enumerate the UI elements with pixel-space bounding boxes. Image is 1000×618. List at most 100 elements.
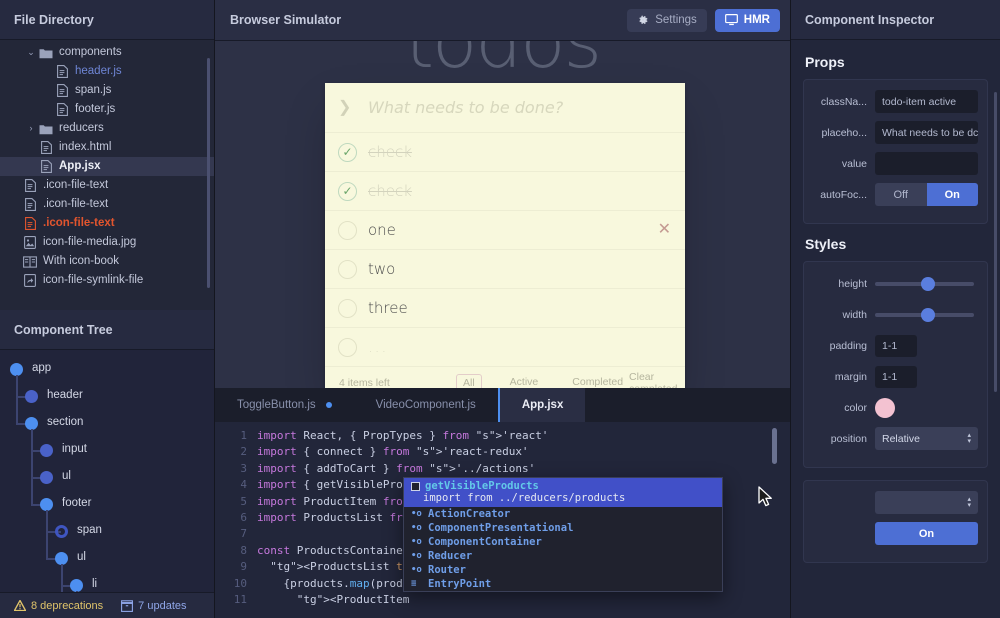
tree-node-label[interactable]: footer bbox=[62, 497, 91, 509]
settings-button[interactable]: Settings bbox=[627, 9, 707, 32]
hmr-button[interactable]: HMR bbox=[715, 9, 780, 32]
tree-node-label[interactable]: ul bbox=[77, 551, 86, 563]
tree-node-label[interactable]: ul bbox=[62, 470, 71, 482]
editor-scrollbar[interactable] bbox=[772, 428, 777, 464]
text-input[interactable] bbox=[875, 152, 978, 175]
text-input[interactable]: 1-1 bbox=[875, 366, 917, 388]
editor-tabbar[interactable]: ToggleButton.jsVideoComponent.jsApp.jsx bbox=[215, 388, 790, 422]
slider-track[interactable] bbox=[875, 313, 974, 317]
text-input[interactable]: What needs to be dc bbox=[875, 121, 978, 144]
file-row[interactable]: ⌄components bbox=[0, 43, 214, 62]
file-directory-tree[interactable]: ⌄componentsheader.jsspan.jsfooter.js › red… bbox=[0, 40, 214, 310]
line-number: 10 bbox=[215, 576, 247, 592]
file-row[interactable]: span.js bbox=[0, 81, 214, 100]
inspector-scrollbar[interactable] bbox=[994, 92, 997, 392]
toggle-all-icon[interactable]: ❯ bbox=[338, 100, 368, 116]
tree-node-dot[interactable] bbox=[40, 444, 53, 457]
spinner-icon[interactable]: ▴▾ bbox=[967, 433, 971, 445]
file-name: index.html bbox=[59, 142, 111, 154]
toggle-off[interactable]: Off bbox=[875, 183, 927, 206]
toggle-on[interactable]: On bbox=[875, 522, 978, 545]
link-node-icon: •o bbox=[411, 566, 422, 575]
todo-checkbox[interactable] bbox=[338, 221, 368, 240]
tree-node-dot[interactable] bbox=[25, 390, 38, 403]
todo-item[interactable]: one✕ bbox=[325, 211, 685, 250]
inspector-row: height bbox=[813, 271, 978, 296]
autocomplete-item[interactable]: ≡EntryPoint bbox=[404, 577, 722, 591]
file-row[interactable]: With icon-book bbox=[0, 252, 214, 271]
new-todo-row[interactable]: ❯ What needs to be done? bbox=[325, 83, 685, 133]
select-control[interactable]: ▴▾ bbox=[875, 491, 978, 514]
code-line: "tg"><ProductItem bbox=[257, 592, 790, 608]
toggle-group[interactable]: On bbox=[875, 522, 978, 545]
deprecations-status[interactable]: 8 deprecations bbox=[14, 600, 103, 612]
text-input[interactable]: todo-item active bbox=[875, 90, 978, 113]
file-row[interactable]: header.js bbox=[0, 62, 214, 81]
tree-node-label[interactable]: span bbox=[77, 524, 102, 536]
inspector-row-label: padding bbox=[813, 340, 875, 352]
todo-checkbox[interactable] bbox=[338, 182, 368, 201]
editor-tab[interactable]: VideoComponent.js bbox=[354, 388, 498, 422]
autocomplete-popup[interactable]: getVisibleProducts import from ../reduce… bbox=[403, 477, 723, 592]
todo-item[interactable]: check bbox=[325, 172, 685, 211]
todo-item[interactable]: three bbox=[325, 289, 685, 328]
file-row[interactable]: › reducers bbox=[0, 119, 214, 138]
square-file-icon bbox=[411, 482, 420, 491]
tree-node-label[interactable]: header bbox=[47, 389, 83, 401]
spinner-icon[interactable]: ▴▾ bbox=[967, 497, 971, 509]
delete-todo-icon[interactable]: ✕ bbox=[658, 222, 671, 238]
autocomplete-item[interactable]: •oComponentContainer bbox=[404, 535, 722, 549]
tree-node-dot[interactable] bbox=[55, 525, 68, 538]
inspector-row: On bbox=[813, 521, 978, 546]
todo-checkbox[interactable] bbox=[338, 338, 368, 357]
editor-tab[interactable]: App.jsx bbox=[498, 388, 586, 422]
todo-filters[interactable]: All Active Completed bbox=[444, 374, 629, 389]
tree-node-label[interactable]: li bbox=[92, 578, 97, 590]
autocomplete-item[interactable]: •oRouter bbox=[404, 563, 722, 577]
toggle-group[interactable]: Off On bbox=[875, 183, 978, 206]
file-row[interactable]: .icon-file-text bbox=[0, 195, 214, 214]
autocomplete-item[interactable]: •oComponentPresentational bbox=[404, 521, 722, 535]
autocomplete-item[interactable]: •oReducer bbox=[404, 549, 722, 563]
slider-track[interactable] bbox=[875, 282, 974, 286]
file-tree-scrollbar[interactable] bbox=[207, 58, 210, 288]
text-input[interactable]: 1-1 bbox=[875, 335, 917, 357]
todo-checkbox[interactable] bbox=[338, 143, 368, 162]
chevron-down-icon[interactable]: ⌄ bbox=[24, 48, 38, 57]
color-swatch[interactable] bbox=[875, 398, 895, 418]
tree-node-label[interactable]: app bbox=[32, 362, 51, 374]
toggle-on[interactable]: On bbox=[927, 183, 979, 206]
folder-icon bbox=[38, 122, 54, 136]
todo-filter-all[interactable]: All bbox=[456, 374, 482, 389]
updates-status[interactable]: 7 updates bbox=[121, 600, 186, 612]
autocomplete-item[interactable]: •oActionCreator bbox=[404, 507, 722, 521]
todo-filter-completed[interactable]: Completed bbox=[566, 374, 629, 389]
file-row[interactable]: icon-file-media.jpg bbox=[0, 233, 214, 252]
file-row[interactable]: icon-file-symlink-file bbox=[0, 271, 214, 290]
todo-item[interactable]: two bbox=[325, 250, 685, 289]
tree-node-dot[interactable] bbox=[40, 471, 53, 484]
tree-node-label[interactable]: input bbox=[62, 443, 87, 455]
clear-completed-button[interactable]: Clear completed bbox=[629, 371, 677, 389]
editor-tab[interactable]: ToggleButton.js bbox=[215, 388, 354, 422]
todo-item[interactable]: check bbox=[325, 133, 685, 172]
todo-checkbox[interactable] bbox=[338, 299, 368, 318]
tree-node-label[interactable]: section bbox=[47, 416, 83, 428]
slider-thumb[interactable] bbox=[921, 308, 935, 322]
component-tree-panel[interactable]: appheadersectioninputulfooterspanulliali bbox=[0, 350, 214, 592]
new-todo-input[interactable]: What needs to be done? bbox=[368, 98, 563, 117]
todo-checkbox[interactable] bbox=[338, 260, 368, 279]
file-row[interactable]: index.html bbox=[0, 138, 214, 157]
chevron-right-icon[interactable]: › bbox=[24, 124, 38, 133]
slider-thumb[interactable] bbox=[921, 277, 935, 291]
autocomplete-selected-item[interactable]: getVisibleProducts import from ../reduce… bbox=[404, 478, 722, 507]
select-control[interactable]: Relative▴▾ bbox=[875, 427, 978, 450]
file-name: reducers bbox=[59, 123, 104, 135]
file-symlink-icon bbox=[22, 274, 38, 288]
file-row[interactable]: App.jsx bbox=[0, 157, 214, 176]
file-row[interactable]: .icon-file-text bbox=[0, 214, 214, 233]
file-row[interactable]: .icon-file-text bbox=[0, 176, 214, 195]
file-row[interactable]: footer.js bbox=[0, 100, 214, 119]
todo-item[interactable]: ... bbox=[325, 328, 685, 367]
todo-filter-active[interactable]: Active bbox=[504, 374, 545, 389]
